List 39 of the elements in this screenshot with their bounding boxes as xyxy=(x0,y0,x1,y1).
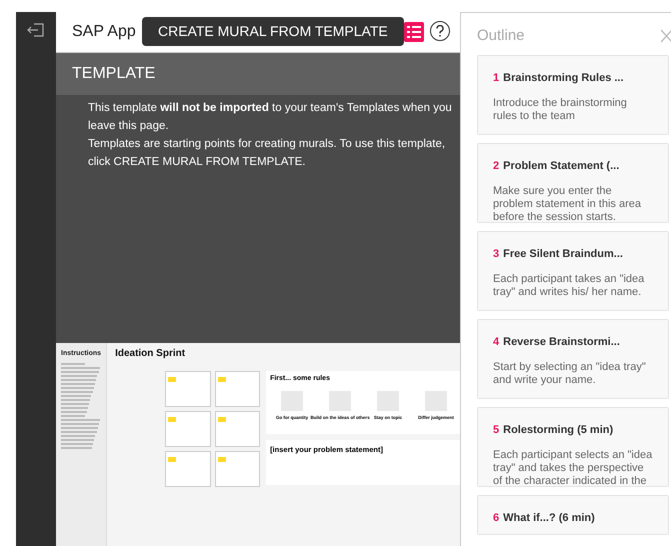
outline-item[interactable]: 1 Brainstorming Rules ... Introduce the brainstorming rules to the team xyxy=(477,55,669,135)
item-title: Free Silent Braindum... xyxy=(503,247,623,262)
item-title: Brainstorming Rules ... xyxy=(503,71,624,86)
item-description: Introduce the brainstorming rules to the team xyxy=(493,96,628,124)
info-text: This template will not be imported to your team's Templates when you leave this page. xyxy=(88,101,453,134)
item-number: 3 xyxy=(493,247,500,262)
outline-item[interactable]: 5 Rolestorming (5 min) Each participant selects an "idea tray" and takes the perspective of the character indicated in the xyxy=(477,407,669,487)
outline-toggle[interactable] xyxy=(404,22,424,42)
template-heading: TEMPLATE xyxy=(72,64,156,84)
board-title: SAP App xyxy=(72,22,136,42)
exit-icon[interactable] xyxy=(27,22,45,38)
outline-item[interactable]: 4 Reverse Brainstormi... Start by selecting an "idea tray" and write your name. xyxy=(477,319,669,399)
create-mural-button[interactable]: CREATE MURAL FROM TEMPLATE xyxy=(142,17,404,46)
item-number: 1 xyxy=(493,71,500,86)
item-description: Each participant selects an "idea tray" and takes the perspective of the character indicated in the xyxy=(493,448,653,488)
item-title: Reverse Brainstormi... xyxy=(503,335,620,350)
item-description: Each participant takes an "idea tray" and writes his/ her name. xyxy=(493,272,646,300)
item-title: What if...? (6 min) xyxy=(503,511,595,526)
item-number: 2 xyxy=(493,159,500,174)
participant-card xyxy=(165,451,211,487)
outline-item[interactable]: 3 Free Silent Braindum... Each participant takes an "idea tray" and writes his/ her name. xyxy=(477,231,669,311)
outline-item[interactable]: 2 Problem Statement (... Make sure you enter the problem statement in this area before the session starts. xyxy=(477,143,669,223)
item-description: Start by selecting an "idea tray" and write your name. xyxy=(493,360,647,388)
participant-card xyxy=(214,371,260,407)
participant-card xyxy=(214,411,260,447)
participant-card xyxy=(165,371,211,407)
item-title: Problem Statement (... xyxy=(503,159,620,174)
item-number: 6 xyxy=(493,511,500,526)
item-number: 4 xyxy=(493,335,500,350)
info-text: Templates are starting points for creating murals. To use this template, click CREATE MURAL FROM TEMPLATE. xyxy=(88,137,446,170)
help-icon[interactable] xyxy=(430,21,450,41)
item-number: 5 xyxy=(493,423,500,438)
item-description: Make sure you enter the problem statement in this area before the session starts. xyxy=(493,184,642,224)
preview-title: Ideation Sprint xyxy=(115,347,186,361)
participant-card xyxy=(165,411,211,447)
outline-item[interactable]: 6 What if...? (6 min) xyxy=(477,495,669,535)
item-title: Rolestorming (5 min) xyxy=(503,423,614,438)
outline-title: Outline xyxy=(477,26,525,46)
participant-card xyxy=(214,451,260,487)
